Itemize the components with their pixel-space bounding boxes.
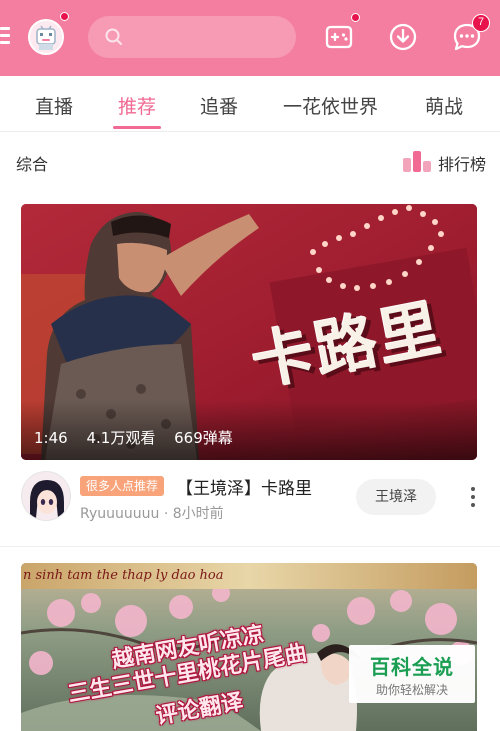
video-title[interactable]: 【王境泽】卡路里 [176, 474, 312, 499]
tab-bangumi[interactable]: 追番 [200, 92, 238, 119]
channel-tabs: 直播 推荐 追番 一花依世界 萌战 [0, 76, 500, 132]
tab-recommend[interactable]: 推荐 [118, 92, 156, 119]
watermark-subtitle: 助你轻松解决 [375, 683, 448, 697]
search-input[interactable] [88, 16, 296, 58]
thumbnail-caption: n sinh tam the thap ly dao hoa [21, 563, 477, 589]
download-icon[interactable] [386, 20, 420, 54]
menu-icon[interactable] [0, 24, 12, 48]
avatar[interactable] [28, 19, 64, 55]
ranking-icon [403, 151, 431, 172]
section-title: 综合 [16, 155, 49, 174]
tab-moe-battle[interactable]: 萌战 [425, 92, 463, 119]
active-tab-indicator [113, 126, 161, 129]
ranking-link[interactable]: 排行榜 [402, 149, 494, 174]
video-duration: 1:46 [34, 429, 68, 447]
recommend-tag: 很多人点推荐 [80, 476, 165, 496]
more-options-icon[interactable] [465, 485, 481, 509]
top-bar: 7 [0, 0, 500, 76]
watermark-title: 百科全说 [370, 655, 454, 679]
tab-yihua-world[interactable]: 一花依世界 [283, 92, 378, 119]
tab-live[interactable]: 直播 [35, 92, 73, 119]
danmaku-count: 669弹幕 [174, 429, 233, 447]
uploader-avatar[interactable] [21, 471, 71, 521]
thumbnail-stats: 1:46 4.1万观看 669弹幕 [34, 427, 247, 448]
related-tag-button[interactable]: 王境泽 [356, 479, 436, 515]
view-count: 4.1万观看 [86, 429, 156, 447]
card-divider [0, 546, 500, 547]
search-icon [105, 28, 122, 45]
avatar-notification-dot [60, 12, 69, 21]
message-count-badge: 7 [472, 14, 490, 32]
video-meta: Ryuuuuuuu · 8小时前 [80, 503, 224, 523]
site-watermark: 百科全说 助你轻松解决 [349, 645, 475, 703]
game-controller-icon[interactable] [322, 20, 356, 54]
upload-time: 8小时前 [172, 506, 224, 522]
meta-separator: · [163, 506, 169, 522]
uploader-name[interactable]: Ryuuuuuuu [80, 506, 159, 522]
game-notification-dot [351, 13, 360, 22]
ranking-label: 排行榜 [438, 155, 487, 174]
video-thumbnail[interactable]: 卡路里 1:46 4.1万观看 669弹幕 [21, 204, 477, 460]
